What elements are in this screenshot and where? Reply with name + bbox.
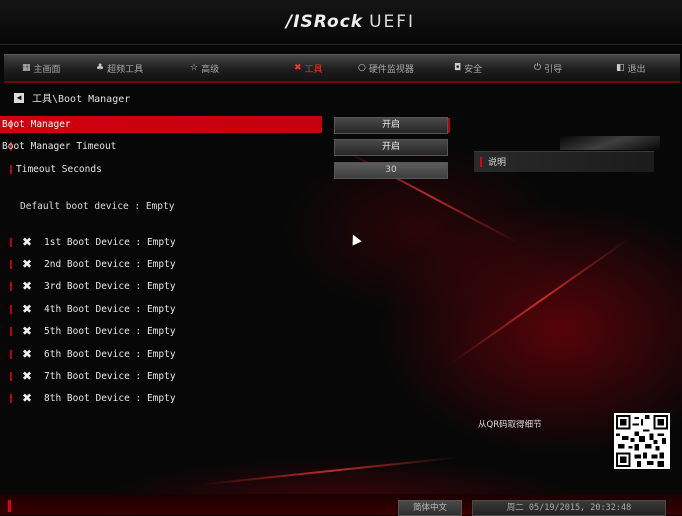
row-marker — [10, 350, 12, 359]
main-menu-bar: ▦ 主画面 ♣ 超频工具 ☆ 高级 ✖ 工具 ○ 硬件监视器 ◘ 安全 ⏻ 引导… — [4, 54, 680, 83]
setting-row-timeout-seconds[interactable]: Timeout Seconds — [0, 161, 322, 178]
decor-streak — [560, 136, 660, 150]
wrench-tools-icon: ✖ — [22, 279, 33, 293]
boot-device-label: 8th Boot Device : Empty — [44, 393, 176, 404]
boot-device-label: 5th Boot Device : Empty — [44, 326, 176, 337]
wrench-tools-icon: ✖ — [22, 347, 33, 361]
home-icon: ▦ — [22, 63, 31, 73]
qr-code-icon — [614, 413, 670, 469]
boot-device-label: 7th Boot Device : Empty — [44, 371, 176, 382]
qr-label: 从QR码取得细节 — [478, 420, 542, 430]
language-button[interactable]: 简体中文 — [398, 500, 462, 516]
decor-streak — [449, 237, 631, 365]
boot-device-row[interactable]: ✖ 3rd Boot Device : Empty — [0, 278, 322, 295]
tab-main[interactable]: ▦ 主画面 — [22, 59, 61, 77]
breadcrumb-text: 工具\Boot Manager — [32, 94, 131, 105]
boot-device-row[interactable]: ✖ 1st Boot Device : Empty — [0, 234, 322, 251]
boot-device-label: 3rd Boot Device : Empty — [44, 281, 176, 292]
wrench-tools-icon: ✖ — [22, 235, 33, 249]
row-marker — [10, 260, 12, 269]
row-marker — [480, 157, 482, 167]
row-marker — [10, 305, 12, 314]
help-title: 说明 — [488, 158, 507, 168]
row-marker — [10, 238, 12, 247]
decor-streak — [200, 456, 460, 486]
security-lock-icon: ◘ — [454, 63, 462, 73]
boot-device-label: 4th Boot Device : Empty — [44, 304, 176, 315]
boot-device-row[interactable]: ✖ 7th Boot Device : Empty — [0, 368, 322, 385]
tab-advanced[interactable]: ☆ 高级 — [190, 59, 219, 77]
row-marker — [10, 394, 12, 403]
back-arrow-icon[interactable]: ◀ — [14, 92, 24, 103]
brand-logo: /ISRock UEFI — [286, 12, 416, 32]
tab-hardware-monitor[interactable]: ○ 硬件监视器 — [358, 59, 414, 77]
boot-device-row[interactable]: ✖ 4th Boot Device : Empty — [0, 301, 322, 318]
boot-device-row[interactable]: ✖ 5th Boot Device : Empty — [0, 323, 322, 340]
tab-security[interactable]: ◘ 安全 — [454, 59, 482, 77]
mouse-cursor-icon — [348, 232, 362, 246]
header-bar: /ISRock UEFI — [0, 0, 682, 45]
row-marker — [10, 327, 12, 336]
row-marker — [10, 282, 12, 291]
tools-icon: ✖ — [294, 63, 302, 73]
wrench-tools-icon: ✖ — [22, 369, 33, 383]
datetime-display: 周二 05/19/2015, 20:32:48 — [472, 500, 666, 516]
hardware-monitor-icon: ○ — [358, 63, 366, 73]
boot-device-row[interactable]: ✖ 2nd Boot Device : Empty — [0, 256, 322, 273]
boot-power-icon: ⏻ — [534, 63, 542, 73]
boot-device-label: 1st Boot Device : Empty — [44, 237, 176, 248]
breadcrumb: ◀ 工具\Boot Manager — [14, 90, 130, 105]
wrench-tools-icon: ✖ — [22, 324, 33, 338]
boot-device-row[interactable]: ✖ 8th Boot Device : Empty — [0, 390, 322, 407]
footer-marker — [8, 500, 11, 512]
advanced-star-icon: ☆ — [190, 63, 199, 73]
wrench-tools-icon: ✖ — [22, 302, 33, 316]
setting-label: Boot Manager Timeout — [2, 141, 117, 152]
tab-oc-tweaker[interactable]: ♣ 超频工具 — [96, 59, 143, 77]
boot-manager-value[interactable]: 开启 — [334, 117, 450, 134]
wrench-tools-icon: ✖ — [22, 257, 33, 271]
boot-device-label: 2nd Boot Device : Empty — [44, 259, 176, 270]
tab-boot[interactable]: ⏻ 引导 — [534, 59, 562, 77]
tab-tools[interactable]: ✖ 工具 — [276, 55, 344, 81]
boot-device-row[interactable]: ✖ 6th Boot Device : Empty — [0, 346, 322, 363]
setting-label: Boot Manager — [2, 119, 71, 130]
row-marker — [10, 372, 12, 381]
setting-row-boot-manager[interactable]: Boot Manager — [0, 116, 322, 133]
timeout-seconds-input[interactable]: 30 — [334, 162, 448, 179]
setting-label: Timeout Seconds — [16, 164, 102, 175]
oc-tweaker-icon: ♣ — [96, 63, 105, 73]
wrench-tools-icon: ✖ — [22, 391, 33, 405]
default-boot-device-text: Default boot device : Empty — [20, 201, 175, 212]
exit-icon: ◧ — [616, 63, 625, 73]
help-panel-header: 说明 — [474, 151, 654, 172]
tab-exit[interactable]: ◧ 退出 — [616, 59, 646, 77]
row-marker — [10, 165, 12, 174]
boot-manager-timeout-value[interactable]: 开启 — [334, 139, 448, 156]
boot-device-label: 6th Boot Device : Empty — [44, 349, 176, 360]
setting-row-boot-manager-timeout[interactable]: Boot Manager Timeout — [0, 138, 322, 155]
